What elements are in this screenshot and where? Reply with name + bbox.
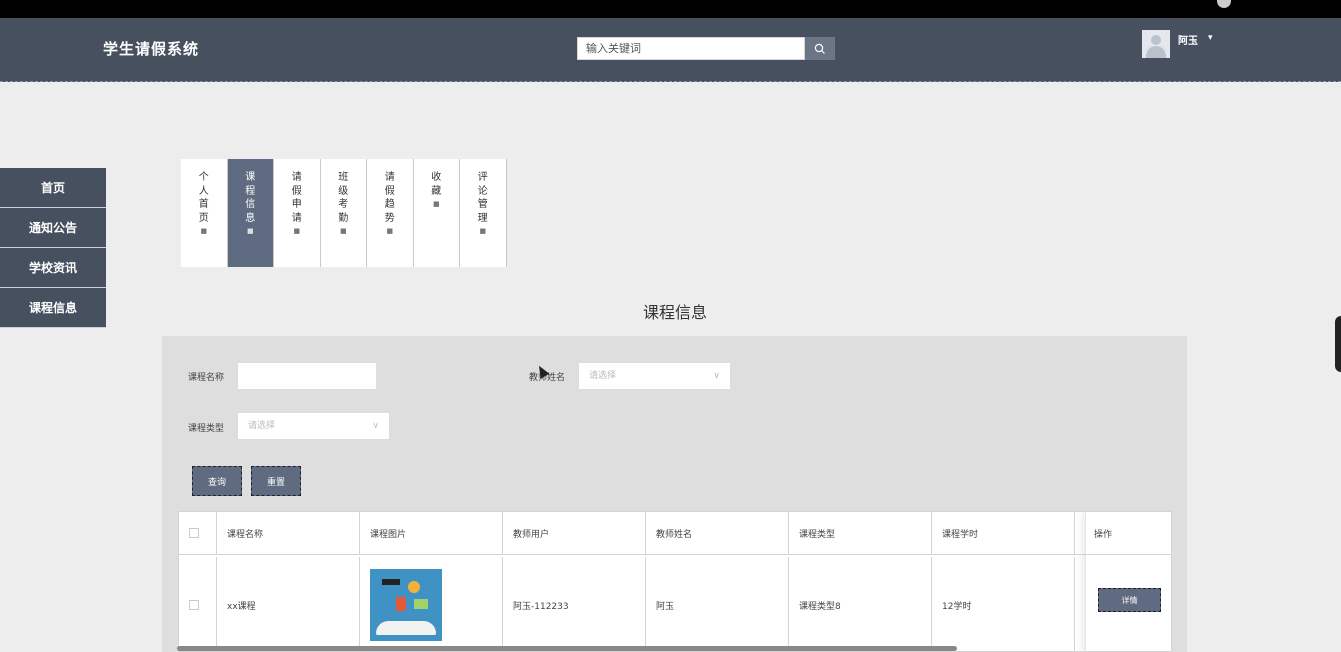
col-course-name: 课程名称 <box>217 512 360 554</box>
tab-char: 管 <box>477 199 488 210</box>
tab-char: 评 <box>477 172 488 183</box>
table-header-row: 课程名称 课程图片 教师用户 教师姓名 课程类型 课程学时 包 <box>179 512 1171 555</box>
cell-teacher-name: 阿玉 <box>646 557 789 651</box>
page-title: 课程信息 <box>642 303 707 322</box>
tab-char: 息 <box>245 212 256 224</box>
chevron-down-icon: ∨ <box>372 421 379 431</box>
cell-course-hours: 12学时 <box>932 557 1075 651</box>
tab-char: 假 <box>384 185 395 197</box>
tab-char: 势 <box>384 212 395 224</box>
course-type-select[interactable]: 请选择 ∨ <box>237 412 390 440</box>
teacher-name-placeholder: 请选择 <box>589 371 617 381</box>
tab-icon: ■ <box>339 227 347 235</box>
sidebar-item-home[interactable]: 首页 <box>0 168 106 208</box>
tab-char: 考 <box>338 199 349 210</box>
course-type-placeholder: 请选择 <box>248 421 276 431</box>
tab-char: 申 <box>291 199 302 210</box>
tab-icon: ■ <box>293 227 301 235</box>
tab-course-info[interactable]: 课 程 信 息 ■ <box>227 159 274 267</box>
course-name-input[interactable] <box>237 362 377 390</box>
tab-char: 理 <box>477 212 488 224</box>
cell-teacher-user: 阿玉-112233 <box>503 557 646 651</box>
search-input[interactable] <box>577 37 805 60</box>
tab-char: 假 <box>291 185 302 197</box>
col-teacher-name: 教师姓名 <box>646 512 789 554</box>
tab-char: 论 <box>477 185 488 197</box>
center-tabs: 个 人 首 页 ■ 课 程 信 息 ■ 请 假 申 请 ■ 班 级 考 勤 ■ … <box>181 159 507 267</box>
select-all-checkbox[interactable] <box>189 528 199 538</box>
row-select-cell <box>179 557 217 651</box>
tab-char: 趋 <box>384 199 395 210</box>
tab-char: 请 <box>384 172 395 183</box>
select-all-cell <box>179 512 217 554</box>
tab-comment-management[interactable]: 评 论 管 理 ■ <box>460 159 507 267</box>
tab-char: 请 <box>291 172 302 183</box>
tab-char: 程 <box>245 185 256 197</box>
side-floating-tab[interactable] <box>1335 316 1341 372</box>
cell-course-image <box>360 557 503 651</box>
tab-class-attendance[interactable]: 班 级 考 勤 ■ <box>320 159 367 267</box>
search-button[interactable] <box>805 37 835 60</box>
sidebar-item-school-news[interactable]: 学校资讯 <box>0 248 106 288</box>
app-header: 学生请假系统 阿玉 ▾ <box>0 18 1341 82</box>
tab-char: 勤 <box>338 212 349 224</box>
tab-leave-application[interactable]: 请 假 申 请 ■ <box>274 159 321 267</box>
reset-button[interactable]: 重置 <box>251 466 301 496</box>
user-name[interactable]: 阿玉 <box>1178 32 1198 47</box>
col-course-hours: 课程学时 <box>932 512 1075 554</box>
user-menu[interactable]: 阿玉 ▾ <box>1142 30 1213 58</box>
tab-icon: ■ <box>386 227 394 235</box>
course-table: 课程名称 课程图片 教师用户 教师姓名 课程类型 课程学时 包 xx课程 阿玉-… <box>178 511 1172 652</box>
teacher-name-select[interactable]: 请选择 ∨ <box>578 362 731 390</box>
horizontal-scrollbar[interactable] <box>177 646 957 651</box>
course-panel: 课程名称 教师姓名 请选择 ∨ 课程类型 请选择 ∨ 查询 重置 课程名称 课程… <box>162 336 1187 652</box>
tab-favorites[interactable]: 收 藏 ■ <box>413 159 460 267</box>
tab-char: 收 <box>431 172 442 183</box>
col-course-image: 课程图片 <box>360 512 503 554</box>
tab-char: 首 <box>198 199 209 210</box>
tab-leave-trend[interactable]: 请 假 趋 势 ■ <box>367 159 414 267</box>
sidebar-item-notices[interactable]: 通知公告 <box>0 208 106 248</box>
tab-char: 请 <box>291 212 302 224</box>
tab-char: 藏 <box>431 185 442 197</box>
cell-course-type: 课程类型8 <box>789 557 932 651</box>
tab-icon: ■ <box>200 227 208 235</box>
course-thumbnail[interactable] <box>370 569 442 641</box>
sidebar-item-course-info[interactable]: 课程信息 <box>0 288 106 328</box>
tab-personal-home[interactable]: 个 人 首 页 ■ <box>181 159 228 267</box>
tab-char: 级 <box>338 185 349 197</box>
cell-course-name: xx课程 <box>217 557 360 651</box>
chevron-down-icon: ∨ <box>713 371 720 381</box>
table-row: xx课程 阿玉-112233 阿玉 课程类型8 12学时 2 <box>179 557 1171 651</box>
tab-icon: ■ <box>246 227 254 235</box>
row-checkbox[interactable] <box>189 600 199 610</box>
col-action: 操作 <box>1086 512 1171 555</box>
action-column: 操作 详情 <box>1085 512 1171 651</box>
tab-icon: ■ <box>479 227 487 235</box>
screen-top-strip <box>0 0 1341 18</box>
app-title: 学生请假系统 <box>103 40 200 58</box>
col-teacher-user: 教师用户 <box>503 512 646 554</box>
search-bar <box>577 37 835 60</box>
query-button[interactable]: 查询 <box>192 466 242 496</box>
tab-char: 信 <box>245 199 256 210</box>
tab-char: 个 <box>198 172 209 183</box>
col-course-type: 课程类型 <box>789 512 932 554</box>
chevron-down-icon[interactable]: ▾ <box>1208 33 1213 43</box>
tab-char: 人 <box>198 185 209 197</box>
status-dot-icon <box>1217 0 1231 8</box>
tab-icon: ■ <box>432 200 440 208</box>
avatar[interactable] <box>1142 30 1170 58</box>
tab-char: 页 <box>198 212 209 224</box>
sidebar: 首页 通知公告 学校资讯 课程信息 <box>0 168 106 328</box>
course-name-label: 课程名称 <box>188 373 225 383</box>
search-icon <box>814 43 825 54</box>
tab-char: 班 <box>338 172 349 183</box>
detail-button[interactable]: 详情 <box>1098 588 1161 612</box>
course-type-label: 课程类型 <box>188 424 225 434</box>
tab-char: 课 <box>245 172 256 183</box>
